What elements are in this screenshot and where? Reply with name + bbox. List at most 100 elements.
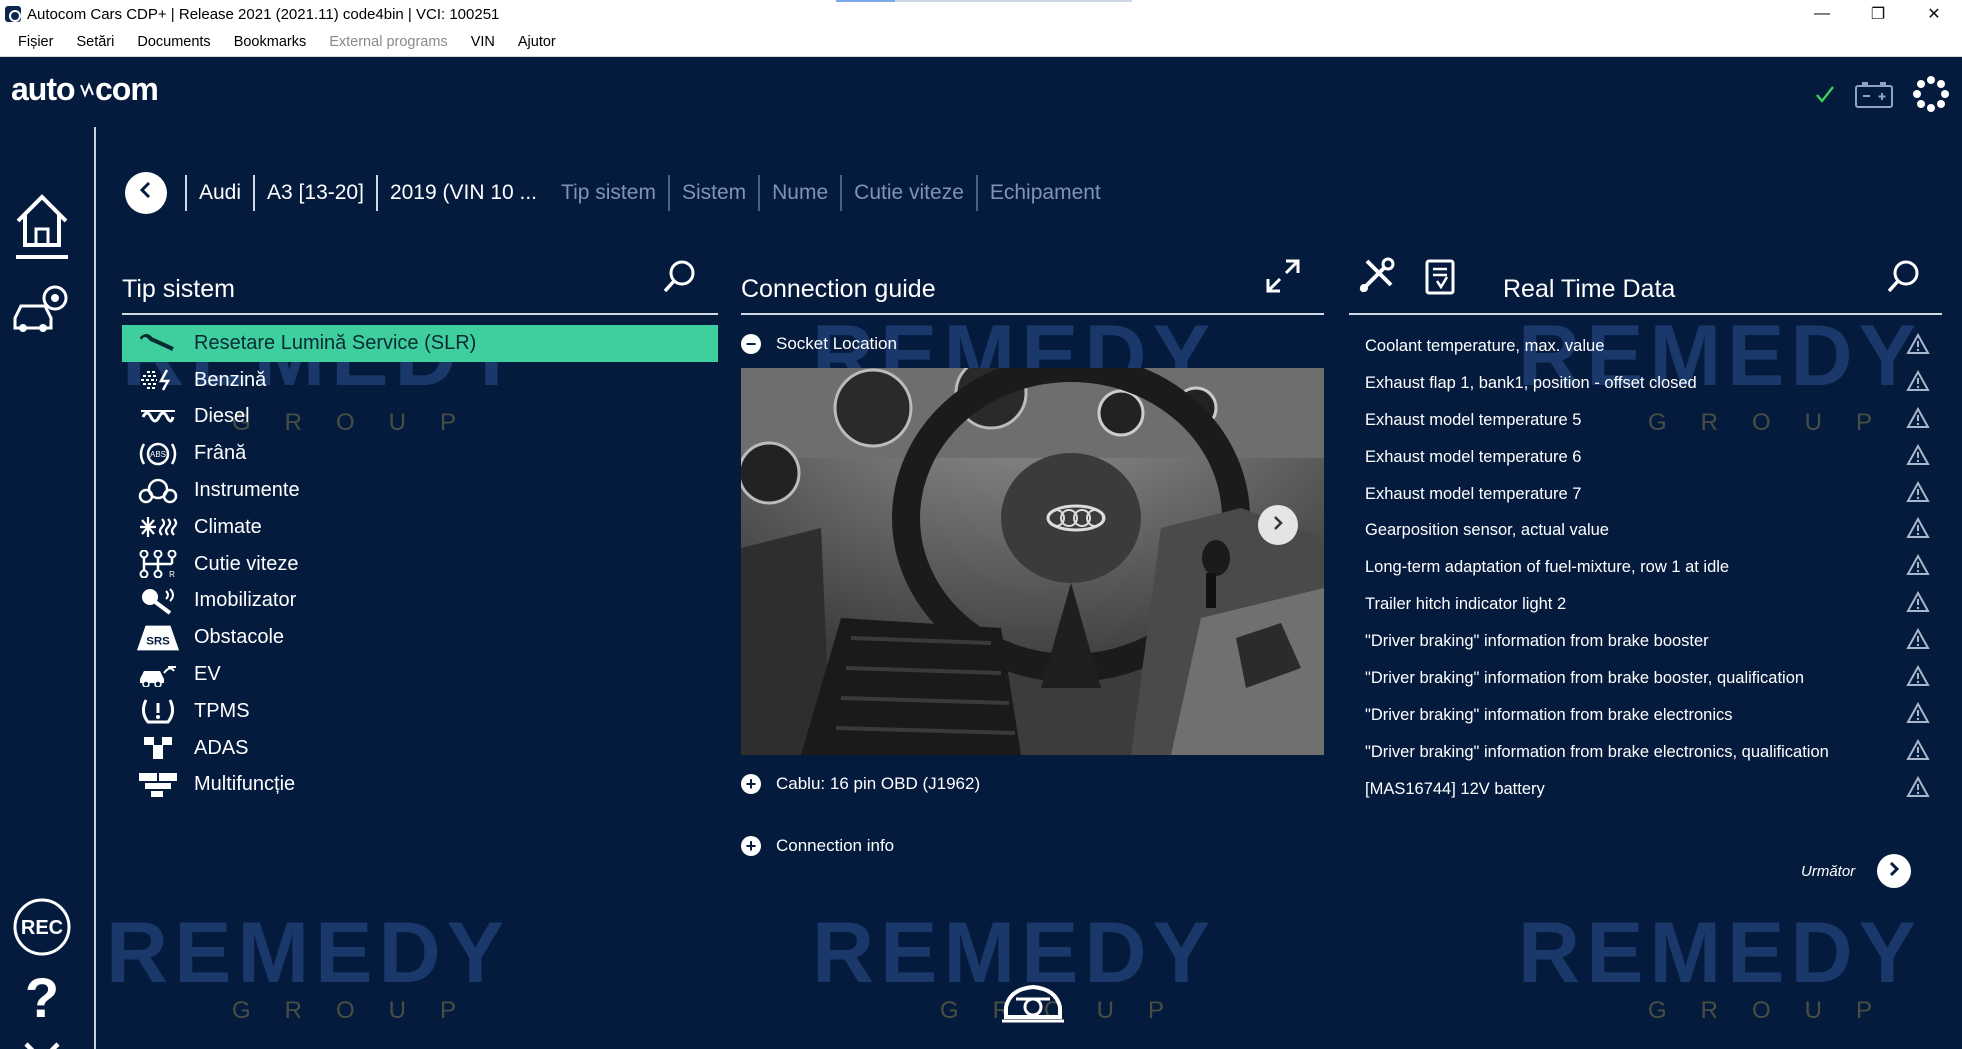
- real-time-data-label: Exhaust model temperature 7: [1365, 484, 1582, 503]
- car-gear-icon: [11, 282, 73, 339]
- crumb-year[interactable]: 2019 (VIN 10 ...: [375, 175, 549, 211]
- real-time-data-label: Gearposition sensor, actual value: [1365, 521, 1609, 540]
- warning-icon: [1906, 664, 1930, 692]
- real-time-data-item[interactable]: "Driver braking" information from brake …: [1349, 623, 1942, 660]
- real-time-data-label: "Driver braking" information from brake …: [1365, 632, 1709, 651]
- system-item-label: Instrumente: [194, 479, 300, 502]
- real-time-data-label: "Driver braking" information from brake …: [1365, 742, 1829, 761]
- record-button[interactable]: REC: [10, 897, 74, 957]
- real-time-data-label: Exhaust flap 1, bank1, position - offset…: [1365, 373, 1697, 392]
- system-item-immobilizer[interactable]: Imobilizator: [122, 583, 718, 620]
- home-button[interactable]: [10, 191, 74, 266]
- back-button[interactable]: [125, 172, 167, 214]
- tpms-icon: [136, 696, 180, 726]
- breadcrumb: Audi A3 [13-20] 2019 (VIN 10 ... Tip sis…: [125, 172, 1113, 214]
- key-icon: [136, 586, 180, 616]
- close-window-button[interactable]: ✕: [1906, 0, 1962, 28]
- crumb-make[interactable]: Audi: [185, 175, 253, 211]
- connection-info-row[interactable]: + Connection info: [741, 835, 1324, 857]
- gauges-icon: [136, 476, 180, 506]
- restore-button[interactable]: ❐: [1850, 0, 1906, 28]
- system-item-label: ADAS: [194, 736, 249, 759]
- cable-row[interactable]: + Cablu: 16 pin OBD (J1962): [741, 773, 1324, 795]
- expand-plus-icon: +: [741, 774, 761, 794]
- system-item-label: Obstacole: [194, 626, 285, 649]
- menu-bookmarks[interactable]: Bookmarks: [234, 34, 307, 50]
- help-button[interactable]: ?: [10, 965, 74, 1030]
- system-item-ev[interactable]: EV: [122, 656, 718, 693]
- real-time-data-label: Exhaust model temperature 6: [1365, 447, 1582, 466]
- crumb-name: Nume: [758, 175, 840, 211]
- system-item-label: Frână: [194, 442, 247, 465]
- system-item-gearbox[interactable]: R Cutie viteze: [122, 546, 718, 583]
- real-time-data-item[interactable]: Exhaust model temperature 5: [1349, 402, 1942, 439]
- socket-location-label: Socket Location: [776, 334, 897, 353]
- next-photo-button[interactable]: [1258, 505, 1298, 545]
- real-time-data-label: Trailer hitch indicator light 2: [1365, 595, 1567, 614]
- warning-icon: [1906, 517, 1930, 544]
- report-icon[interactable]: [1423, 255, 1459, 302]
- system-item-label: Cutie viteze: [194, 552, 299, 575]
- minimize-button[interactable]: —: [1794, 0, 1850, 28]
- socket-location-row[interactable]: − Socket Location: [741, 333, 1324, 355]
- system-item-tpms[interactable]: TPMS: [122, 693, 718, 730]
- next-button[interactable]: [1877, 854, 1912, 888]
- system-item-slr[interactable]: Resetare Lumină Service (SLR): [122, 325, 718, 362]
- real-time-data-item[interactable]: Exhaust model temperature 6: [1349, 439, 1942, 476]
- exit-button[interactable]: [10, 1039, 74, 1049]
- menu-documents[interactable]: Documents: [137, 34, 210, 50]
- real-time-data-item[interactable]: Exhaust model temperature 7: [1349, 476, 1942, 513]
- menu-vin[interactable]: VIN: [471, 34, 495, 50]
- vehicle-connect-icon[interactable]: [1000, 977, 1066, 1032]
- status-icons: [1814, 75, 1950, 118]
- real-time-data-item[interactable]: Long-term adaptation of fuel-mixture, ro…: [1349, 549, 1942, 586]
- system-item-multifunction[interactable]: Multifuncție: [122, 767, 718, 804]
- menu-file[interactable]: Fișier: [18, 34, 53, 50]
- vehicle-settings-button[interactable]: [10, 282, 74, 339]
- system-item-petrol[interactable]: Benzină: [122, 362, 718, 399]
- system-item-climate[interactable]: Climate: [122, 509, 718, 546]
- real-time-data-item[interactable]: "Driver braking" information from brake …: [1349, 660, 1942, 697]
- real-time-data-item[interactable]: Gearposition sensor, actual value: [1349, 512, 1942, 549]
- system-item-diesel[interactable]: Diesel: [122, 399, 718, 436]
- chevron-left-icon: [136, 180, 156, 206]
- warning-icon: [1906, 369, 1930, 397]
- loading-progress: [836, 0, 1132, 2]
- real-time-data-item[interactable]: Trailer hitch indicator light 2: [1349, 586, 1942, 623]
- real-time-data-label: [MAS16744] 12V battery: [1365, 779, 1545, 798]
- system-item-instruments[interactable]: Instrumente: [122, 472, 718, 509]
- real-time-data-item[interactable]: "Driver braking" information from brake …: [1349, 734, 1942, 771]
- adas-icon: [136, 733, 180, 763]
- real-time-data-item[interactable]: [MAS16744] 12V battery: [1349, 771, 1942, 808]
- system-item-adas[interactable]: ADAS: [122, 730, 718, 767]
- real-time-data-item[interactable]: Exhaust flap 1, bank1, position - offset…: [1349, 365, 1942, 402]
- petrol-injection-icon: [136, 365, 180, 395]
- search-icon[interactable]: [662, 258, 716, 299]
- search-icon[interactable]: [1886, 258, 1940, 299]
- menu-settings[interactable]: Setări: [76, 34, 114, 50]
- guide-panel-header: Connection guide: [741, 253, 1324, 315]
- watermark: REMEDY: [106, 905, 510, 1001]
- warning-icon: [1906, 480, 1930, 508]
- next-label: Următor: [1801, 862, 1856, 880]
- system-list: Resetare Lumină Service (SLR) Benzină Di…: [122, 325, 718, 803]
- real-time-data-item[interactable]: Coolant temperature, max. value: [1349, 328, 1942, 365]
- system-item-obstacles[interactable]: SRS Obstacole: [122, 619, 718, 656]
- realtime-panel-header: Real Time Data: [1349, 253, 1942, 315]
- warning-icon: [1906, 701, 1930, 729]
- expand-icon[interactable]: [1264, 257, 1322, 300]
- menu-help[interactable]: Ajutor: [518, 34, 556, 50]
- realtime-panel-title: Real Time Data: [1503, 274, 1676, 303]
- warning-icon: [1906, 332, 1930, 360]
- connection-dots-icon[interactable]: [1912, 75, 1950, 118]
- crumb-model[interactable]: A3 [13-20]: [253, 175, 376, 211]
- watermark-sub: GROUP: [1648, 997, 1907, 1024]
- system-item-label: Multifuncție: [194, 773, 296, 796]
- tools-icon[interactable]: [1355, 255, 1397, 302]
- system-item-brake[interactable]: ABS Frână: [122, 435, 718, 472]
- battery-icon[interactable]: [1854, 79, 1894, 114]
- real-time-data-label: Long-term adaptation of fuel-mixture, ro…: [1365, 558, 1730, 577]
- real-time-data-panel: Real Time Data Coolant temperature, max.…: [1349, 253, 1942, 808]
- srs-icon: SRS: [136, 623, 180, 653]
- real-time-data-item[interactable]: "Driver braking" information from brake …: [1349, 697, 1942, 734]
